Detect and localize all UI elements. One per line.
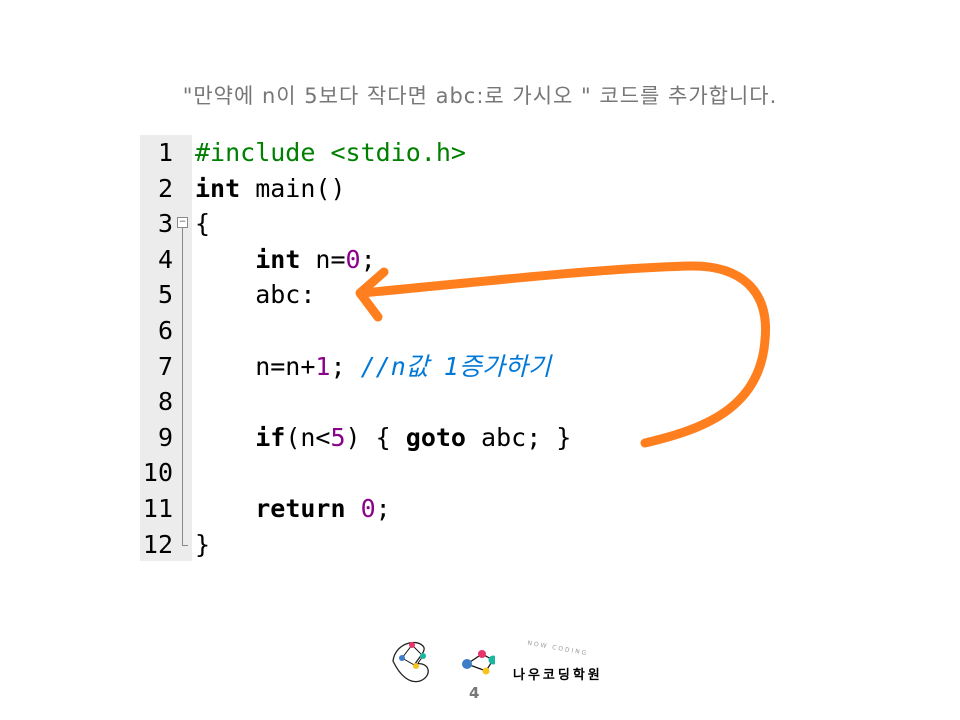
goto-arrow [355,261,771,448]
logo-area [385,636,498,690]
page-number: 4 [469,684,480,702]
arrow-curve [357,261,771,448]
logo-icon [392,641,498,683]
brand-name: 나우코딩학원 [513,668,603,683]
